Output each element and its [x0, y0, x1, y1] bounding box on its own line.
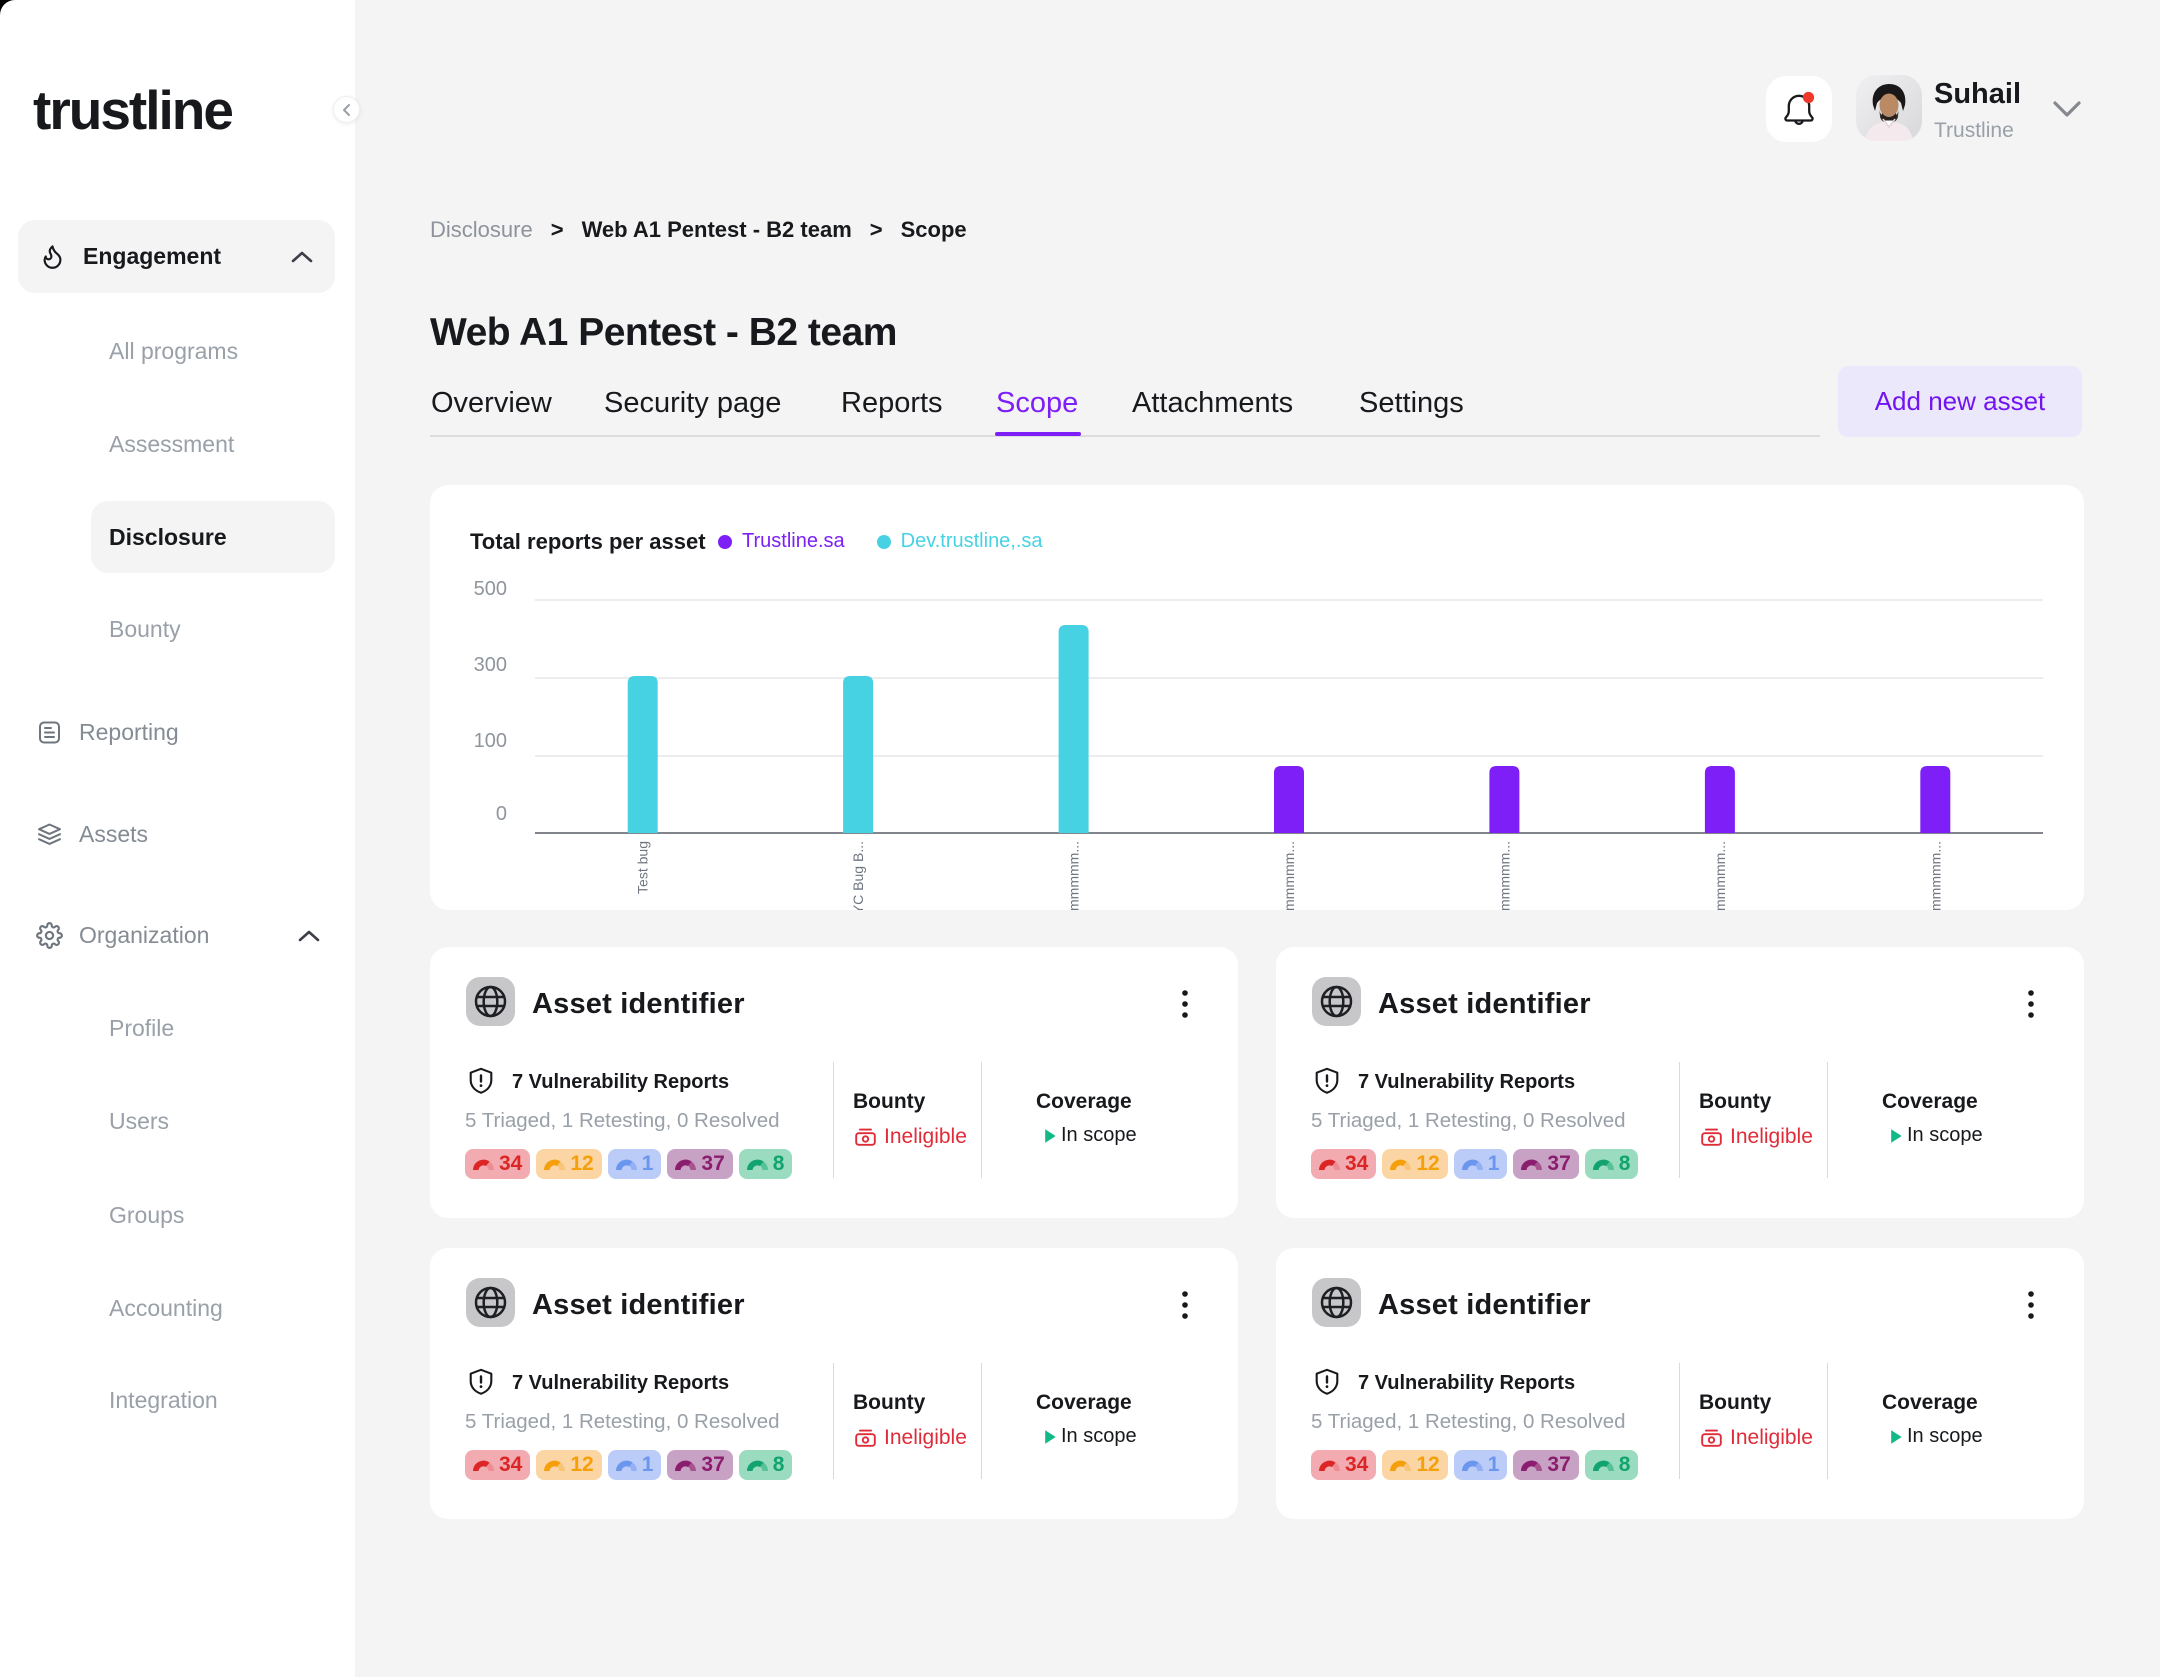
- svg-text:100: 100: [474, 730, 507, 752]
- svg-text:500: 500: [474, 578, 507, 600]
- svg-text:mmmmm...: mmmmm...: [1281, 841, 1297, 910]
- svg-text:Test bug: Test bug: [635, 841, 651, 894]
- svg-text:300: 300: [474, 654, 507, 676]
- svg-text:YC Bug B...: YC Bug B...: [850, 841, 866, 910]
- svg-text:0: 0: [496, 803, 507, 825]
- svg-text:mmmmm...: mmmmm...: [1066, 841, 1082, 910]
- svg-text:mmmmm...: mmmmm...: [1712, 841, 1728, 910]
- svg-text:mmmmm...: mmmmm...: [1496, 841, 1512, 910]
- svg-text:mmmmm...: mmmmm...: [1927, 841, 1943, 910]
